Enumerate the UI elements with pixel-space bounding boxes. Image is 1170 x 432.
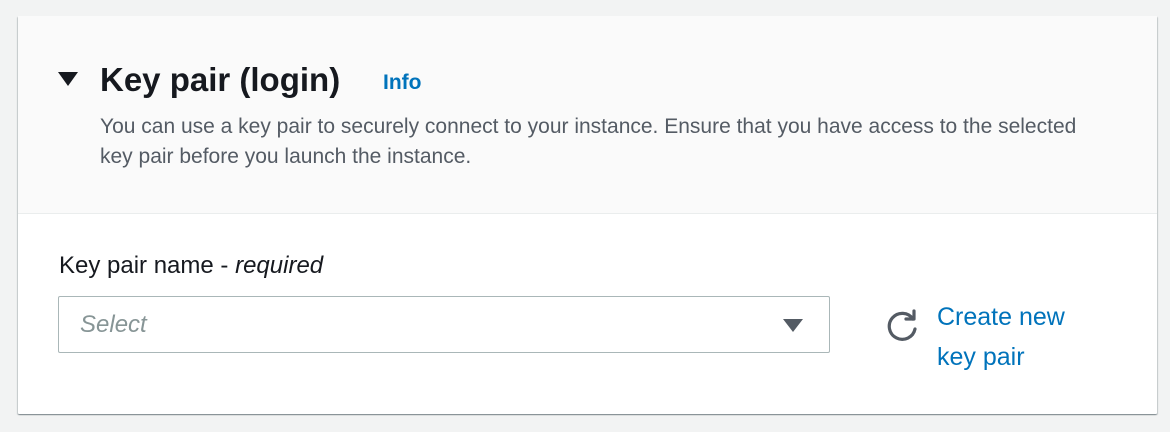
chevron-down-icon — [783, 319, 803, 332]
create-new-key-pair-link[interactable]: Create new key pair — [937, 297, 1107, 377]
refresh-icon[interactable] — [884, 309, 920, 345]
required-indicator: required — [235, 252, 324, 279]
key-pair-panel: Key pair (login) Info You can use a key … — [18, 16, 1157, 414]
expand-caret-icon[interactable] — [58, 72, 78, 86]
label-text: Key pair name - — [59, 252, 236, 279]
key-pair-select[interactable]: Select — [58, 296, 830, 353]
key-pair-name-label: Key pair name - required — [59, 250, 323, 282]
select-placeholder: Select — [80, 311, 147, 338]
section-description: You can use a key pair to securely conne… — [100, 115, 1077, 168]
info-link[interactable]: Info — [383, 68, 421, 98]
section-title[interactable]: Key pair (login) — [100, 58, 340, 102]
panel-header: Key pair (login) Info You can use a key … — [18, 16, 1157, 214]
